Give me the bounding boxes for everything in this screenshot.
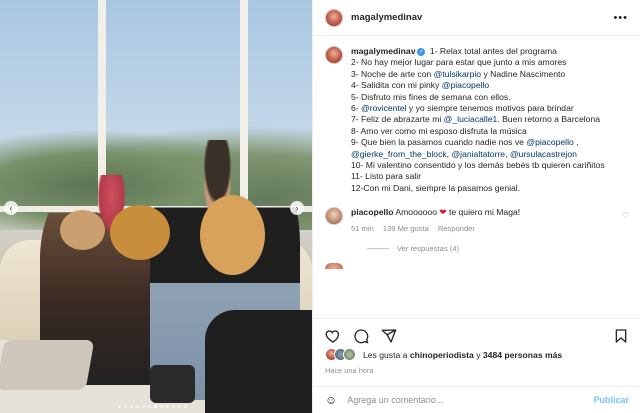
emoji-icon[interactable]: ☺ [325, 393, 337, 407]
comment-text: Amoooooo [393, 207, 437, 218]
caption-line: 11- Listo para salir [351, 171, 422, 182]
caption-line: 4- Salidita con mi pinky [351, 80, 442, 91]
photo-foreground-arm [205, 310, 312, 413]
comment-icon[interactable] [353, 328, 369, 344]
photo-dog [60, 210, 105, 250]
avatar[interactable] [325, 46, 343, 64]
avatar[interactable] [325, 207, 343, 226]
likes-summary: Les gusta a chinoperiodista y 3484 perso… [325, 348, 562, 361]
caption-line: 3- Noche de arte con [351, 68, 434, 79]
avatar [343, 348, 356, 361]
post-username[interactable]: magalymedinav [351, 12, 422, 23]
photo-dog [110, 205, 170, 260]
liker-username[interactable]: chinoperiodista [410, 350, 474, 360]
comments-section: magalymedinav ✓ 1- Relax total antes del … [313, 36, 640, 312]
comment-text: te quiero mi Maga! [446, 207, 521, 218]
photo-tray [0, 340, 95, 390]
caption-line: 2- No hay mejor lugar para estar que jun… [351, 57, 567, 68]
caption-line: 10- Mi valentino consentido y los demás … [351, 160, 605, 171]
mention-link[interactable]: @janialtatorre [451, 149, 505, 159]
carousel-dots [118, 405, 187, 408]
replies-divider [367, 248, 389, 250]
post-actions [313, 318, 640, 346]
caption-line: 1- Relax total antes del programa [429, 46, 557, 56]
caption-line: Nadine Nascimento [490, 68, 566, 79]
caption-body: magalymedinav ✓ 1- Relax total antes del … [351, 46, 605, 194]
chevron-left-icon[interactable]: ‹ [4, 201, 18, 215]
caption-line: y yo siempre tenemos motivos para brinda… [406, 103, 574, 114]
mention-link[interactable]: @tulsikarpio [434, 69, 481, 79]
mention-link[interactable]: @gierke_from_the_block [351, 149, 447, 159]
likes-middle: y [473, 349, 483, 360]
caption-line: 5- Disfruto mis fines de semana con ello… [351, 91, 511, 102]
more-options-icon[interactable]: ••• [613, 12, 628, 24]
comment-username[interactable]: piacopello [351, 207, 394, 217]
heart-icon[interactable] [325, 328, 341, 344]
caption-text: y [481, 68, 491, 79]
comment-like-heart-icon[interactable]: ♡ [622, 211, 629, 234]
view-replies-label: Ver respuestas (4) [397, 244, 460, 254]
photo-dog [200, 195, 265, 275]
comment-likes[interactable]: 139 Me gusta [383, 223, 429, 234]
post-caption: magalymedinav ✓ 1- Relax total antes del … [325, 46, 629, 194]
verified-badge-icon: ✓ [417, 47, 426, 56]
caption-text: , [446, 148, 450, 159]
bookmark-icon[interactable] [613, 328, 629, 344]
add-comment-bar: ☺ Publicar [313, 386, 640, 413]
caption-username[interactable]: magalymedinav [351, 46, 415, 56]
comment-input[interactable] [347, 395, 594, 405]
comment-item: piacopello Amoooooo ❤ te quiero mi Maga!… [325, 207, 629, 234]
caption-text: , [576, 137, 579, 148]
mention-link[interactable]: @piacopello [526, 137, 573, 147]
mention-link[interactable]: @ursulacastrejon [510, 149, 577, 159]
mention-link[interactable]: @_luciacalle1 [444, 114, 498, 124]
likes-prefix: Les gusta a [363, 349, 410, 360]
publish-button[interactable]: Publicar [593, 395, 629, 405]
caption-line: 7- Feliz de abrazarte mi [351, 114, 444, 125]
post-side-panel: magalymedinav ••• magalymedinav ✓ 1- Rela… [312, 0, 640, 413]
caption-line: 8- Amo ver como mi esposo disfruta la mú… [351, 125, 527, 136]
reply-button[interactable]: Responder [438, 223, 475, 234]
avatar [325, 263, 343, 270]
share-icon[interactable] [381, 328, 397, 344]
comment-time[interactable]: 51 min [351, 223, 374, 234]
mention-link[interactable]: @rovicentel [361, 103, 407, 113]
chevron-right-icon[interactable]: › [290, 201, 304, 215]
view-replies-button[interactable]: Ver respuestas (4) [367, 244, 629, 253]
liker-avatars [325, 348, 356, 361]
caption-text: , [505, 148, 508, 159]
caption-line: 12-Con mi Dani, siempre la pasamos genia… [351, 182, 521, 193]
avatar[interactable] [325, 8, 343, 27]
post-photo[interactable]: ‹ › [0, 0, 312, 413]
post-timestamp[interactable]: Hace una hora [325, 366, 373, 375]
caption-line: 6- [351, 103, 362, 114]
likes-count[interactable]: 3484 personas más [483, 350, 562, 360]
caption-line: . Buen retorno a Barcelona [497, 114, 601, 125]
photo-sneaker [150, 365, 195, 403]
mention-link[interactable]: @piacopello [442, 80, 489, 90]
post-header: magalymedinav ••• [313, 0, 640, 36]
red-heart-icon: ❤ [439, 207, 447, 218]
caption-line: 9- Que bien la pasamos cuando nadie nos … [351, 137, 527, 148]
